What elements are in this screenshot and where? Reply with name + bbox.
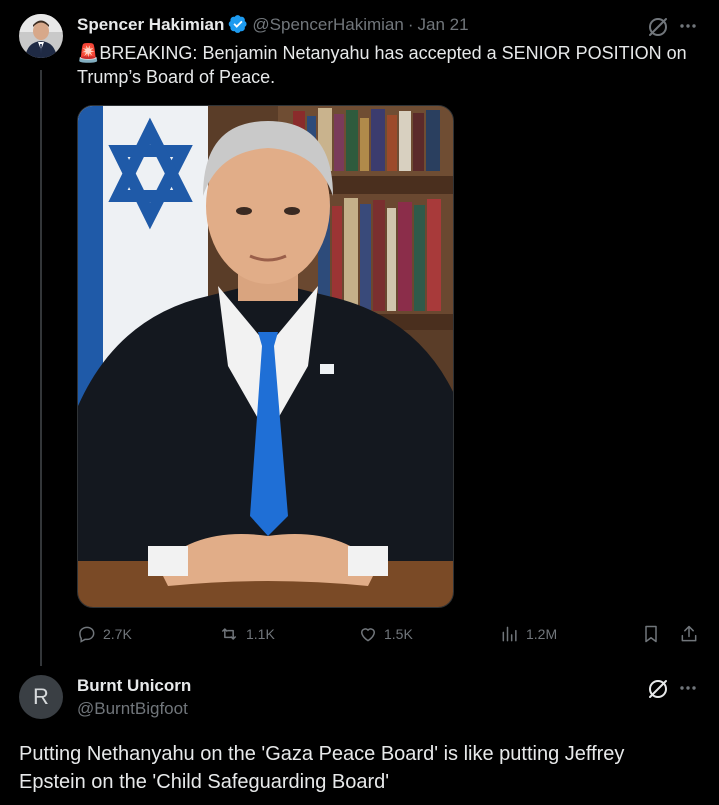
thread-line [40,70,42,666]
tweet-photo[interactable] [77,105,454,608]
reply-author-name[interactable]: Burnt Unicorn [77,676,191,696]
like-count: 1.5K [384,626,413,642]
more-icon[interactable] [678,16,698,41]
reply-icon [79,626,95,643]
reply-author-handle[interactable]: @BurntBigfoot [77,699,188,719]
reply-avatar-letter: R [33,684,49,709]
author-name[interactable]: Spencer Hakimian [77,15,224,34]
retweet-icon [221,628,237,640]
share-icon[interactable] [679,624,699,649]
retweet-button[interactable]: 1.1K [218,624,275,644]
like-button[interactable]: 1.5K [358,624,413,644]
views-count: 1.2M [526,626,558,642]
grok-icon[interactable] [647,678,669,705]
tweet-date[interactable]: Jan 21 [418,15,469,34]
tweet-text: 🚨BREAKING: Benjamin Netanyahu has accept… [77,41,697,89]
like-icon [360,628,376,642]
tweet-text-line: 🚨BREAKING: Benjamin Netanyahu has accept… [77,43,687,63]
separator: · [407,15,414,34]
author-avatar[interactable] [19,14,63,58]
reply-text-line: Putting Nethanyahu on the 'Gaza Peace Bo… [19,743,625,765]
reply-button[interactable]: 2.7K [77,624,132,644]
views-button[interactable]: 1.2M [500,624,557,644]
more-icon[interactable] [678,678,698,703]
views-icon [502,626,517,642]
verified-badge-icon [228,14,248,34]
bookmark-icon[interactable] [641,624,661,649]
grok-icon[interactable] [647,16,669,43]
reply-avatar[interactable]: R [19,675,63,719]
reply-text-line: Epstein on the 'Child Safeguarding Board… [19,771,390,793]
reply-text: Putting Nethanyahu on the 'Gaza Peace Bo… [19,740,709,796]
retweet-count: 1.1K [246,626,275,642]
tweet-text-line: Trump’s Board of Peace. [77,67,276,87]
author-handle[interactable]: @SpencerHakimian [252,15,403,34]
reply-count: 2.7K [103,626,132,642]
tweet-header: Spencer Hakimian @SpencerHakimian · Jan 21 [77,14,469,38]
